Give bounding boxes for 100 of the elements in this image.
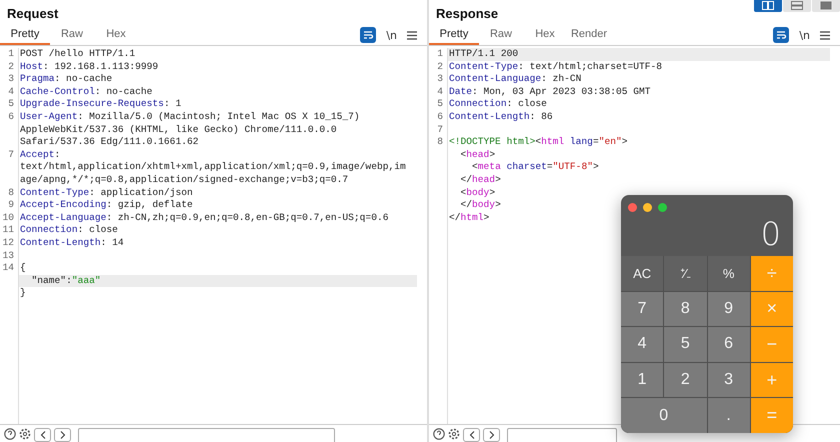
line-number: 2 <box>429 60 448 74</box>
editor-tab[interactable]: Pretty <box>0 25 50 45</box>
code-line: User-Agent: Mozilla/5.0 (Macintosh; Intel Mac OS X 10_15_7) <box>19 110 360 124</box>
calculator-key[interactable]: 9 <box>708 292 750 326</box>
code-line: Accept-Encoding: gzip, deflate <box>19 199 193 212</box>
search-field[interactable] <box>507 428 617 442</box>
menu-icon[interactable] <box>820 30 830 40</box>
line-number: 4 <box>429 86 448 98</box>
code-line: Connection: close <box>19 224 118 237</box>
chevron-left-icon <box>468 431 474 439</box>
previous-button[interactable] <box>34 428 51 442</box>
next-button[interactable] <box>54 428 71 442</box>
panel-title: Response <box>435 5 498 21</box>
layout-toggle[interactable] <box>754 0 782 12</box>
calculator-display: 0 <box>760 214 782 255</box>
panel-title: Request <box>6 5 58 21</box>
settings-icon[interactable] <box>19 428 31 440</box>
code-line: Pragma: no-cache <box>19 73 112 86</box>
calculator-key[interactable]: 4 <box>621 327 664 362</box>
editor-tab[interactable]: Render <box>567 25 611 45</box>
calculator-key[interactable]: ⁺∕₋ <box>664 256 706 291</box>
chevron-left-icon <box>40 431 46 439</box>
menu-icon[interactable] <box>407 30 417 40</box>
line-number: 1 <box>429 48 448 61</box>
layout-toggle[interactable] <box>812 0 840 12</box>
code-line: <meta charset="UTF-8"> <box>471 161 599 174</box>
code-line: Content-Type: application/json <box>19 186 193 200</box>
calculator-key[interactable]: 0 <box>621 398 706 433</box>
editor-tab[interactable]: Raw <box>479 25 523 45</box>
calculator-key[interactable]: 1 <box>621 362 664 398</box>
word-wrap-icon[interactable] <box>773 27 790 43</box>
calculator-key[interactable]: % <box>708 256 750 291</box>
line-number: 13 <box>0 250 19 262</box>
settings-icon[interactable] <box>448 428 460 440</box>
calculator-key[interactable]: 5 <box>664 327 706 362</box>
code-line: Accept-Language: zh-CN,zh;q=0.9,en;q=0.8,en-GB;q=0.7,en-US;q=0.6 <box>19 212 388 224</box>
code-line: <!DOCTYPE html><html lang="en"> <box>448 136 628 149</box>
code-line: Safari/537.36 Edg/111.0.1661.62 <box>19 136 198 149</box>
code-line: </head> <box>460 174 501 187</box>
code-line: Upgrade-Insecure-Requests: 1 <box>19 98 182 111</box>
code-line: Cache-Control: no-cache <box>19 86 152 98</box>
help-icon[interactable] <box>4 428 16 440</box>
calculator-key[interactable]: 7 <box>621 292 664 326</box>
next-button[interactable] <box>483 428 500 442</box>
calculator-key[interactable]: 6 <box>708 327 750 362</box>
zoom-button[interactable] <box>658 203 667 212</box>
calculator-key[interactable]: 8 <box>664 292 706 326</box>
layout-icon <box>762 0 774 10</box>
line-number: 8 <box>429 136 448 149</box>
calculator-key[interactable]: . <box>708 398 750 433</box>
code-line: age/apng,*/*;q=0.8,application/signed-exchange;v=b3;q=0.7 <box>19 174 348 187</box>
line-number: 2 <box>0 60 19 74</box>
code-line: Content-Length: 14 <box>19 236 124 250</box>
line-number: 7 <box>0 148 19 162</box>
editor-tab[interactable]: Hex <box>94 25 138 45</box>
code-line: Content-Type: text/html;charset=UTF-8 <box>448 60 662 74</box>
code-line: <head> <box>460 148 496 162</box>
chevron-right-icon <box>488 431 494 439</box>
code-line: Accept: <box>19 148 60 162</box>
code-line: </html> <box>448 212 490 224</box>
layout-icon <box>791 0 803 10</box>
line-number: 5 <box>0 98 19 111</box>
code-line: Content-Length: 86 <box>448 110 553 124</box>
help-icon[interactable] <box>433 428 445 440</box>
line-number: 9 <box>0 199 19 212</box>
calculator-key[interactable]: 3 <box>708 362 750 398</box>
line-number: 5 <box>429 98 448 111</box>
code-line: POST /hello HTTP/1.1 <box>19 48 136 61</box>
line-number: 8 <box>0 186 19 200</box>
code-line: </body> <box>460 199 501 212</box>
search-field[interactable] <box>78 428 335 442</box>
code-line: Date: Mon, 03 Apr 2023 03:38:05 GMT <box>448 86 651 98</box>
code-line: text/html,application/xhtml+xml,application/xml;q=0.9,image/webp,im <box>19 161 406 174</box>
minimize-button[interactable] <box>643 203 652 212</box>
code-line: { <box>19 262 26 275</box>
layout-icon <box>820 0 832 10</box>
line-number: 3 <box>0 73 19 86</box>
calculator-key[interactable]: AC <box>621 256 664 291</box>
code-line: Content-Language: zh-CN <box>448 73 582 86</box>
calculator-key[interactable]: 2 <box>664 362 706 398</box>
line-number: 12 <box>0 236 19 250</box>
code-line: Connection: close <box>448 98 547 111</box>
layout-toggle[interactable] <box>783 0 811 12</box>
line-number: 10 <box>0 212 19 224</box>
word-wrap-icon[interactable] <box>360 27 376 43</box>
line-number: 7 <box>429 124 448 136</box>
code-line: } <box>19 287 26 300</box>
code-line: Host: 192.168.1.113:9999 <box>19 60 158 74</box>
line-number: 11 <box>0 224 19 237</box>
code-line: <body> <box>460 186 496 200</box>
chevron-right-icon <box>60 431 66 439</box>
line-number: 6 <box>0 110 19 124</box>
editor-tab[interactable]: Raw <box>50 25 94 45</box>
newline-toggle[interactable]: \n <box>799 28 810 42</box>
editor-tab[interactable]: Pretty <box>429 25 479 45</box>
newline-toggle[interactable]: \n <box>386 28 397 42</box>
line-number: 6 <box>429 110 448 124</box>
previous-button[interactable] <box>463 428 480 442</box>
line-number: 3 <box>429 73 448 86</box>
editor-tab[interactable]: Hex <box>523 25 567 45</box>
